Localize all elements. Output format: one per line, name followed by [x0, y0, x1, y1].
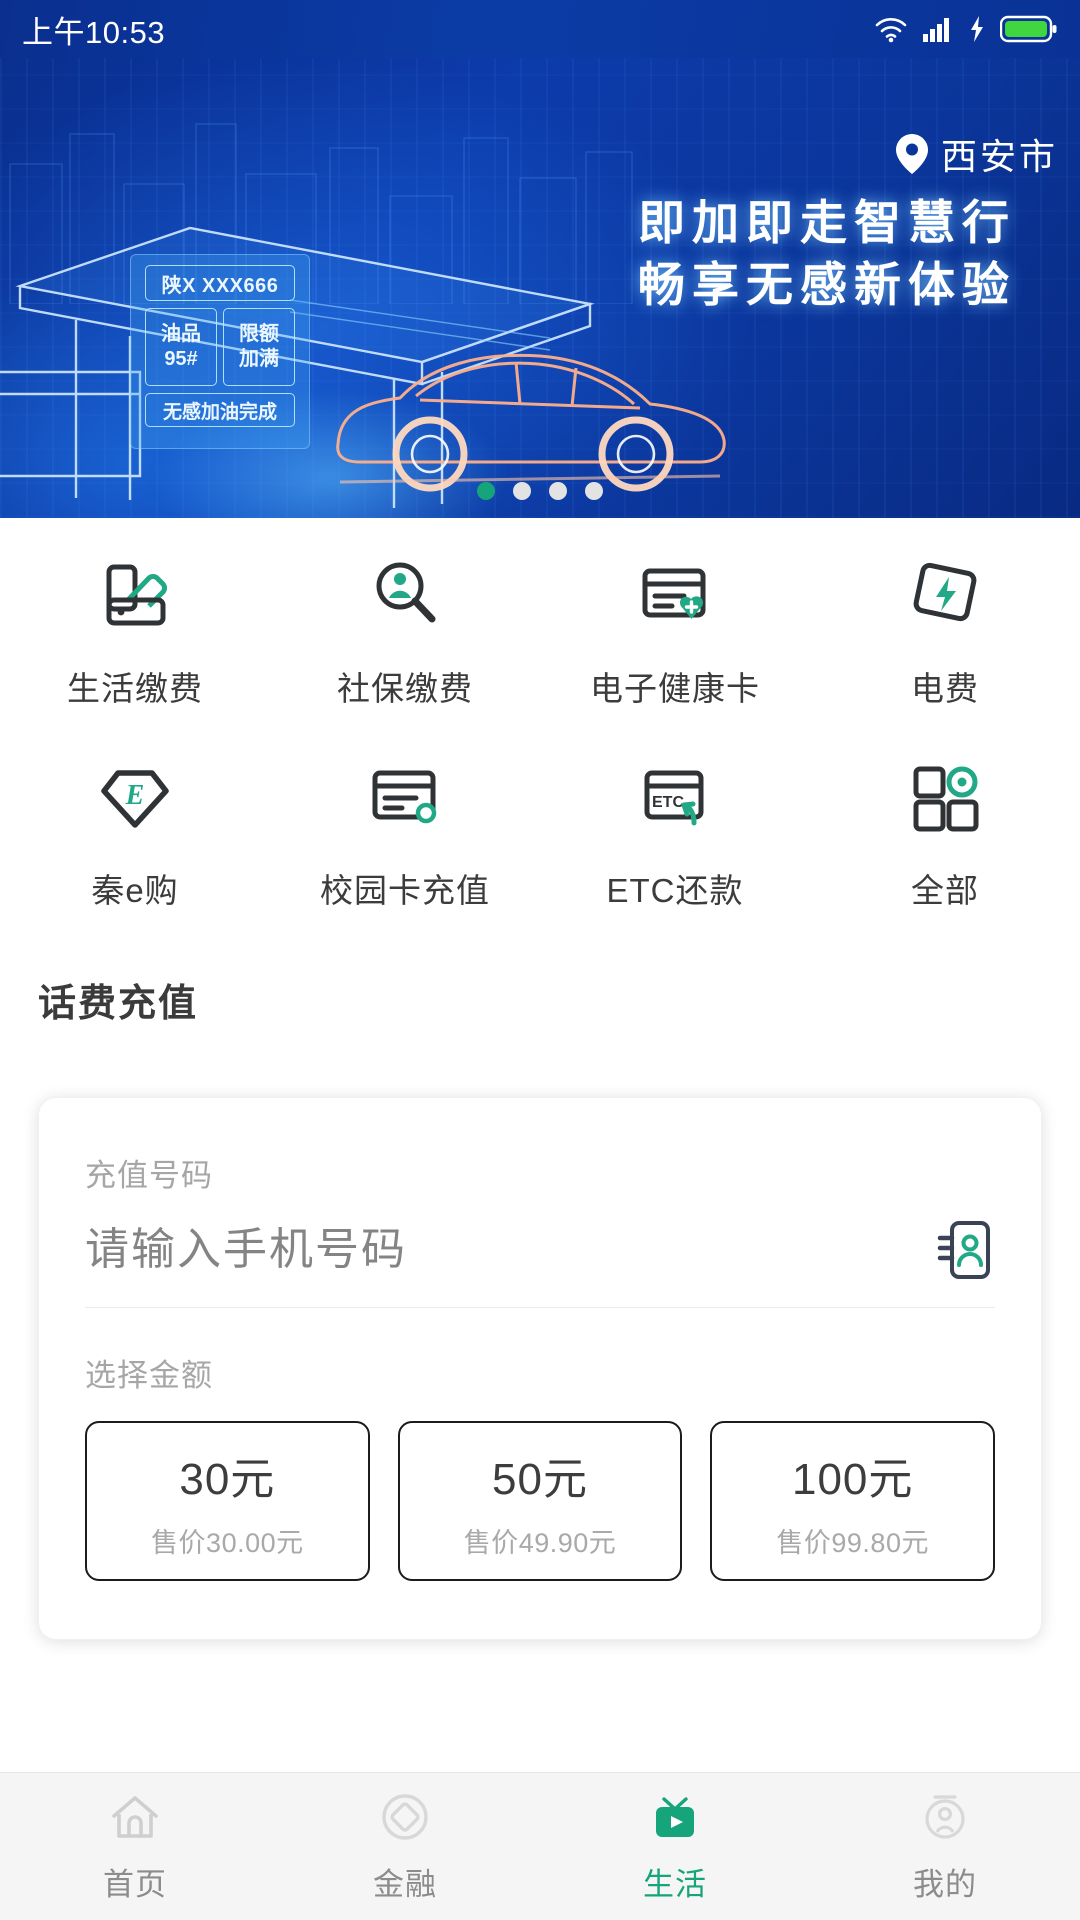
location-pin-icon	[895, 134, 928, 174]
location-selector[interactable]: 西安市	[895, 128, 1058, 180]
tab-label: 生活	[643, 1867, 707, 1902]
amount-option[interactable]: 100元 售价99.80元	[710, 1421, 996, 1581]
card-health-heart-icon	[633, 552, 717, 636]
service-item-etc-repayment[interactable]: ETC ETC还款	[540, 754, 810, 912]
status-time: 上午10:53	[22, 14, 166, 50]
carousel-dot[interactable]	[513, 482, 531, 500]
amount-option[interactable]: 30元 售价30.00元	[85, 1421, 370, 1581]
promo-banner[interactable]: 陕X XXX666 油品 95# 限额 加满 无感加油完成 西安市 即加即走智慧…	[0, 58, 1080, 518]
coin-diamond-icon	[377, 1789, 433, 1845]
magnifier-person-icon	[363, 552, 447, 636]
fuel-limit-label: 限额	[239, 323, 279, 345]
service-item-health-card[interactable]: 电子健康卡	[540, 552, 810, 710]
card-etc-arrow-icon: ETC	[633, 754, 717, 838]
service-label: 电费	[911, 670, 979, 707]
amount-options: 30元 售价30.00元 50元 售价49.90元 100元 售价99.80元	[85, 1421, 996, 1581]
home-icon	[107, 1789, 163, 1845]
service-item-utilities[interactable]: 生活缴费	[0, 552, 270, 710]
service-item-all[interactable]: 全部	[810, 754, 1080, 912]
service-item-electricity[interactable]: 电费	[810, 552, 1080, 710]
bottom-tab-bar: 首页 金融 生活 我的	[0, 1772, 1080, 1920]
fuel-type-value: 95#	[164, 348, 198, 370]
amount-price: 售价30.00元	[151, 1527, 304, 1558]
carousel-dot[interactable]	[477, 482, 495, 500]
recharge-number-label: 充值号码	[85, 1158, 213, 1193]
fuel-type-cell: 油品 95#	[145, 308, 217, 386]
service-label: 秦e购	[91, 872, 179, 909]
fuel-limit-cell: 限额 加满	[223, 308, 295, 386]
service-label: 校园卡充值	[320, 872, 490, 909]
wallet-cards-icon	[93, 552, 177, 636]
fuel-status-text: 无感加油完成	[145, 393, 295, 427]
status-icon-group	[874, 14, 1058, 44]
tv-play-icon	[647, 1789, 703, 1845]
amount-value: 100元	[791, 1454, 914, 1504]
diamond-e-icon: E	[93, 754, 177, 838]
location-label: 西安市	[940, 136, 1058, 177]
service-label: 社保缴费	[337, 670, 473, 707]
service-item-social-insurance[interactable]: 社保缴费	[270, 552, 540, 710]
battery-icon	[1000, 15, 1057, 43]
amount-price: 售价49.90元	[463, 1527, 617, 1558]
carousel-indicator[interactable]	[0, 482, 1080, 500]
recharge-number-row	[85, 1219, 995, 1308]
recharge-section: 充值号码 选择金额 30元 售价30.00元	[0, 1027, 1080, 1772]
tab-label: 金融	[373, 1867, 437, 1902]
fuel-info-card: 陕X XXX666 油品 95# 限额 加满 无感加油完成	[130, 254, 310, 449]
profile-circle-icon	[917, 1789, 973, 1845]
service-item-qin-e-shop[interactable]: E 秦e购	[0, 754, 270, 912]
amount-option[interactable]: 50元 售价49.90元	[397, 1421, 683, 1581]
banner-slogan: 即加即走智慧行 畅享无感新体验	[638, 192, 1016, 316]
recharge-card: 充值号码 选择金额 30元 售价30.00元	[38, 1097, 1042, 1640]
tab-label: 我的	[913, 1867, 977, 1902]
carousel-dot[interactable]	[585, 482, 603, 500]
contact-book-icon[interactable]	[933, 1219, 995, 1281]
amount-select-label: 选择金额	[85, 1358, 213, 1393]
card-circle-icon	[363, 754, 447, 838]
tab-finance[interactable]: 金融	[270, 1789, 540, 1904]
phone-number-input[interactable]	[85, 1225, 741, 1275]
service-item-campus-card[interactable]: 校园卡充值	[270, 754, 540, 912]
status-bar: 上午10:53	[0, 0, 1080, 58]
slogan-line-1: 即加即走智慧行	[638, 196, 1016, 249]
tab-label: 首页	[103, 1867, 167, 1902]
carousel-dot[interactable]	[549, 482, 567, 500]
fuel-limit-value: 加满	[239, 348, 279, 370]
service-grid: 生活缴费 社保缴费 电子健康卡 电费 E 秦e购 校园卡充值 ETC ETC还款…	[0, 552, 1080, 912]
service-grid-section: 生活缴费 社保缴费 电子健康卡 电费 E 秦e购 校园卡充值 ETC ETC还款…	[0, 518, 1080, 938]
service-label: 电子健康卡	[590, 670, 760, 707]
amount-price: 售价99.80元	[776, 1527, 929, 1558]
section-title-recharge: 话费充值	[0, 938, 1080, 1027]
grid-four-squares-icon	[903, 754, 987, 838]
amount-value: 50元	[492, 1454, 588, 1504]
svg-text:ETC: ETC	[652, 794, 684, 811]
tab-home[interactable]: 首页	[0, 1789, 270, 1904]
wifi-icon	[875, 18, 907, 43]
charging-bolt-icon	[971, 16, 983, 42]
license-plate: 陕X XXX666	[145, 265, 295, 301]
tab-profile[interactable]: 我的	[810, 1789, 1080, 1904]
amount-value: 30元	[179, 1454, 276, 1504]
svg-text:E: E	[125, 780, 145, 811]
slogan-line-2: 畅享无感新体验	[638, 258, 1016, 312]
service-label: ETC还款	[606, 872, 744, 909]
service-label: 生活缴费	[67, 670, 203, 707]
tab-life[interactable]: 生活	[540, 1789, 810, 1904]
card-lightning-icon	[903, 552, 987, 636]
cellular-signal-icon	[923, 18, 949, 42]
service-label: 全部	[911, 872, 979, 909]
fuel-detail-row: 油品 95# 限额 加满	[145, 308, 295, 386]
fuel-type-label: 油品	[161, 323, 201, 345]
car-illustration	[336, 353, 726, 492]
app-root: 上午10:53 陕X XXX666 油品 95# 限额 加满 无感加油完成 西安…	[0, 0, 1080, 1920]
